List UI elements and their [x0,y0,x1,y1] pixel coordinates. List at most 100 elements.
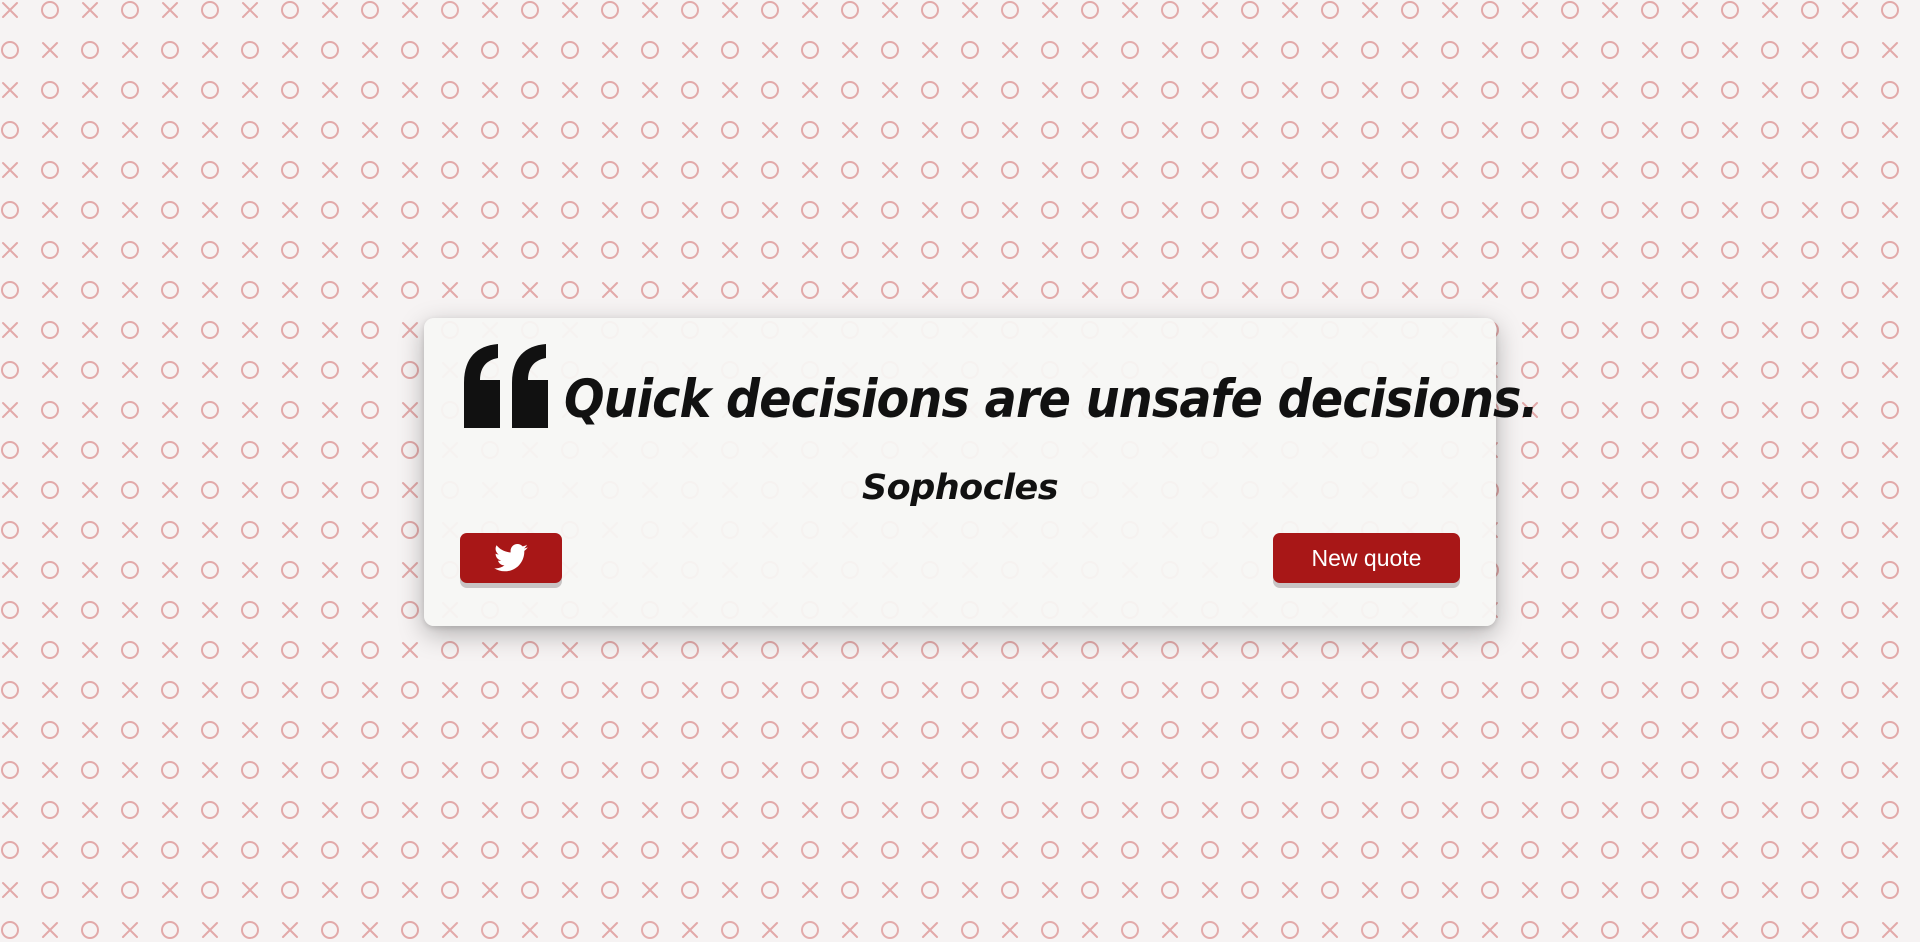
pattern-o-mark [81,441,99,459]
twitter-icon [494,544,528,572]
pattern-x-mark [482,882,498,898]
pattern-x-mark [1562,42,1578,58]
pattern-o-mark [121,81,139,99]
pattern-o-mark [561,921,579,939]
pattern-x-mark [122,682,138,698]
pattern-o-mark [201,401,219,419]
pattern-x-mark [162,482,178,498]
pattern-o-mark [801,281,819,299]
pattern-x-mark [2,642,18,658]
pattern-x-mark [242,562,258,578]
pattern-x-mark [1602,882,1618,898]
pattern-o-mark [1801,81,1819,99]
pattern-x-mark [1002,122,1018,138]
pattern-x-mark [1482,282,1498,298]
pattern-x-mark [1842,802,1858,818]
pattern-x-mark [1602,242,1618,258]
pattern-o-mark [1481,1,1499,19]
pattern-x-mark [962,802,978,818]
pattern-o-mark [241,201,259,219]
pattern-x-mark [1322,202,1338,218]
pattern-x-mark [802,82,818,98]
pattern-x-mark [1642,682,1658,698]
pattern-o-mark [1721,401,1739,419]
pattern-x-mark [1762,2,1778,18]
pattern-o-mark [1681,921,1699,939]
pattern-x-mark [1002,282,1018,298]
pattern-o-mark [1241,721,1259,739]
pattern-o-mark [1681,361,1699,379]
pattern-o-mark [761,241,779,259]
pattern-x-mark [282,762,298,778]
pattern-x-mark [722,2,738,18]
pattern-o-mark [1361,201,1379,219]
pattern-o-mark [161,601,179,619]
pattern-x-mark [1882,602,1898,618]
pattern-x-mark [1482,682,1498,698]
pattern-o-mark [441,1,459,19]
pattern-x-mark [402,242,418,258]
pattern-o-mark [881,761,899,779]
pattern-x-mark [82,82,98,98]
pattern-o-mark [1201,761,1219,779]
pattern-x-mark [1202,882,1218,898]
pattern-o-mark [1841,921,1859,939]
pattern-o-mark [41,561,59,579]
pattern-o-mark [1361,281,1379,299]
pattern-o-mark [1241,801,1259,819]
pattern-o-mark [1561,321,1579,339]
pattern-x-mark [1882,42,1898,58]
tweet-button[interactable] [460,533,562,583]
pattern-o-mark [1121,281,1139,299]
pattern-o-mark [161,41,179,59]
pattern-x-mark [122,202,138,218]
pattern-x-mark [1002,922,1018,938]
pattern-o-mark [1881,721,1899,739]
pattern-x-mark [2,402,18,418]
new-quote-button[interactable]: New quote [1273,533,1460,583]
pattern-o-mark [921,161,939,179]
pattern-o-mark [1721,1,1739,19]
pattern-o-mark [1,281,19,299]
pattern-x-mark [1362,802,1378,818]
pattern-x-mark [1842,402,1858,418]
pattern-o-mark [281,801,299,819]
pattern-x-mark [1042,242,1058,258]
pattern-x-mark [42,762,58,778]
pattern-o-mark [41,401,59,419]
pattern-o-mark [1241,241,1259,259]
pattern-x-mark [1602,722,1618,738]
pattern-x-mark [82,562,98,578]
pattern-o-mark [1361,41,1379,59]
quote-line: Quick decisions are unsafe decisions. [460,344,1646,428]
pattern-x-mark [722,882,738,898]
pattern-x-mark [1202,642,1218,658]
pattern-o-mark [1761,281,1779,299]
pattern-o-mark [1881,241,1899,259]
pattern-o-mark [881,841,899,859]
pattern-x-mark [122,522,138,538]
pattern-o-mark [121,401,139,419]
pattern-x-mark [1762,802,1778,818]
pattern-x-mark [1442,2,1458,18]
pattern-x-mark [882,82,898,98]
pattern-o-mark [1761,681,1779,699]
pattern-x-mark [1802,762,1818,778]
pattern-x-mark [42,282,58,298]
pattern-o-mark [481,41,499,59]
pattern-o-mark [921,801,939,819]
pattern-x-mark [922,282,938,298]
pattern-o-mark [401,121,419,139]
pattern-o-mark [321,681,339,699]
pattern-x-mark [1642,922,1658,938]
pattern-o-mark [401,41,419,59]
pattern-x-mark [1122,882,1138,898]
pattern-x-mark [842,42,858,58]
pattern-o-mark [561,841,579,859]
pattern-o-mark [1681,121,1699,139]
pattern-x-mark [1602,802,1618,818]
pattern-x-mark [762,842,778,858]
quote-text: Quick decisions are unsafe decisions. [564,369,1539,430]
pattern-o-mark [561,121,579,139]
pattern-x-mark [322,882,338,898]
